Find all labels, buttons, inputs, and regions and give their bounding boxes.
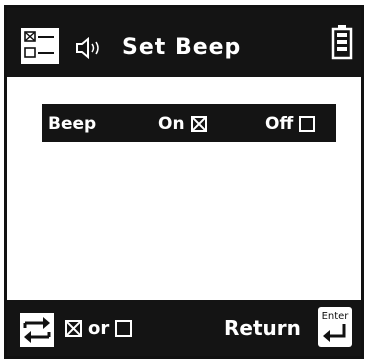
header-bar: Set Beep xyxy=(7,8,361,77)
off-label: Off xyxy=(265,114,294,134)
select-hint: or xyxy=(65,318,133,339)
device-screen: Set Beep Beep On Off or Return Enter xyxy=(4,5,364,359)
beep-label: Beep xyxy=(48,114,97,134)
unchecked-box-icon xyxy=(115,320,133,337)
on-checkbox-icon[interactable] xyxy=(190,116,207,132)
return-button[interactable]: Return xyxy=(224,316,301,340)
enter-key-label: Enter xyxy=(322,311,350,322)
footer-bar: or Return Enter xyxy=(7,300,361,356)
menu-icon[interactable] xyxy=(20,27,60,65)
battery-icon xyxy=(331,24,353,60)
swap-arrows-icon[interactable] xyxy=(19,312,55,348)
beep-off-option[interactable]: Off xyxy=(265,114,316,134)
beep-on-option[interactable]: On xyxy=(158,114,207,134)
checked-box-icon xyxy=(65,320,82,337)
or-label: or xyxy=(88,318,110,339)
on-label: On xyxy=(158,114,185,134)
speaker-icon xyxy=(73,37,105,59)
enter-key-icon[interactable]: Enter xyxy=(317,306,353,348)
page-title: Set Beep xyxy=(122,35,242,60)
off-checkbox-icon[interactable] xyxy=(299,116,316,132)
beep-setting-row: Beep On Off xyxy=(42,104,336,142)
